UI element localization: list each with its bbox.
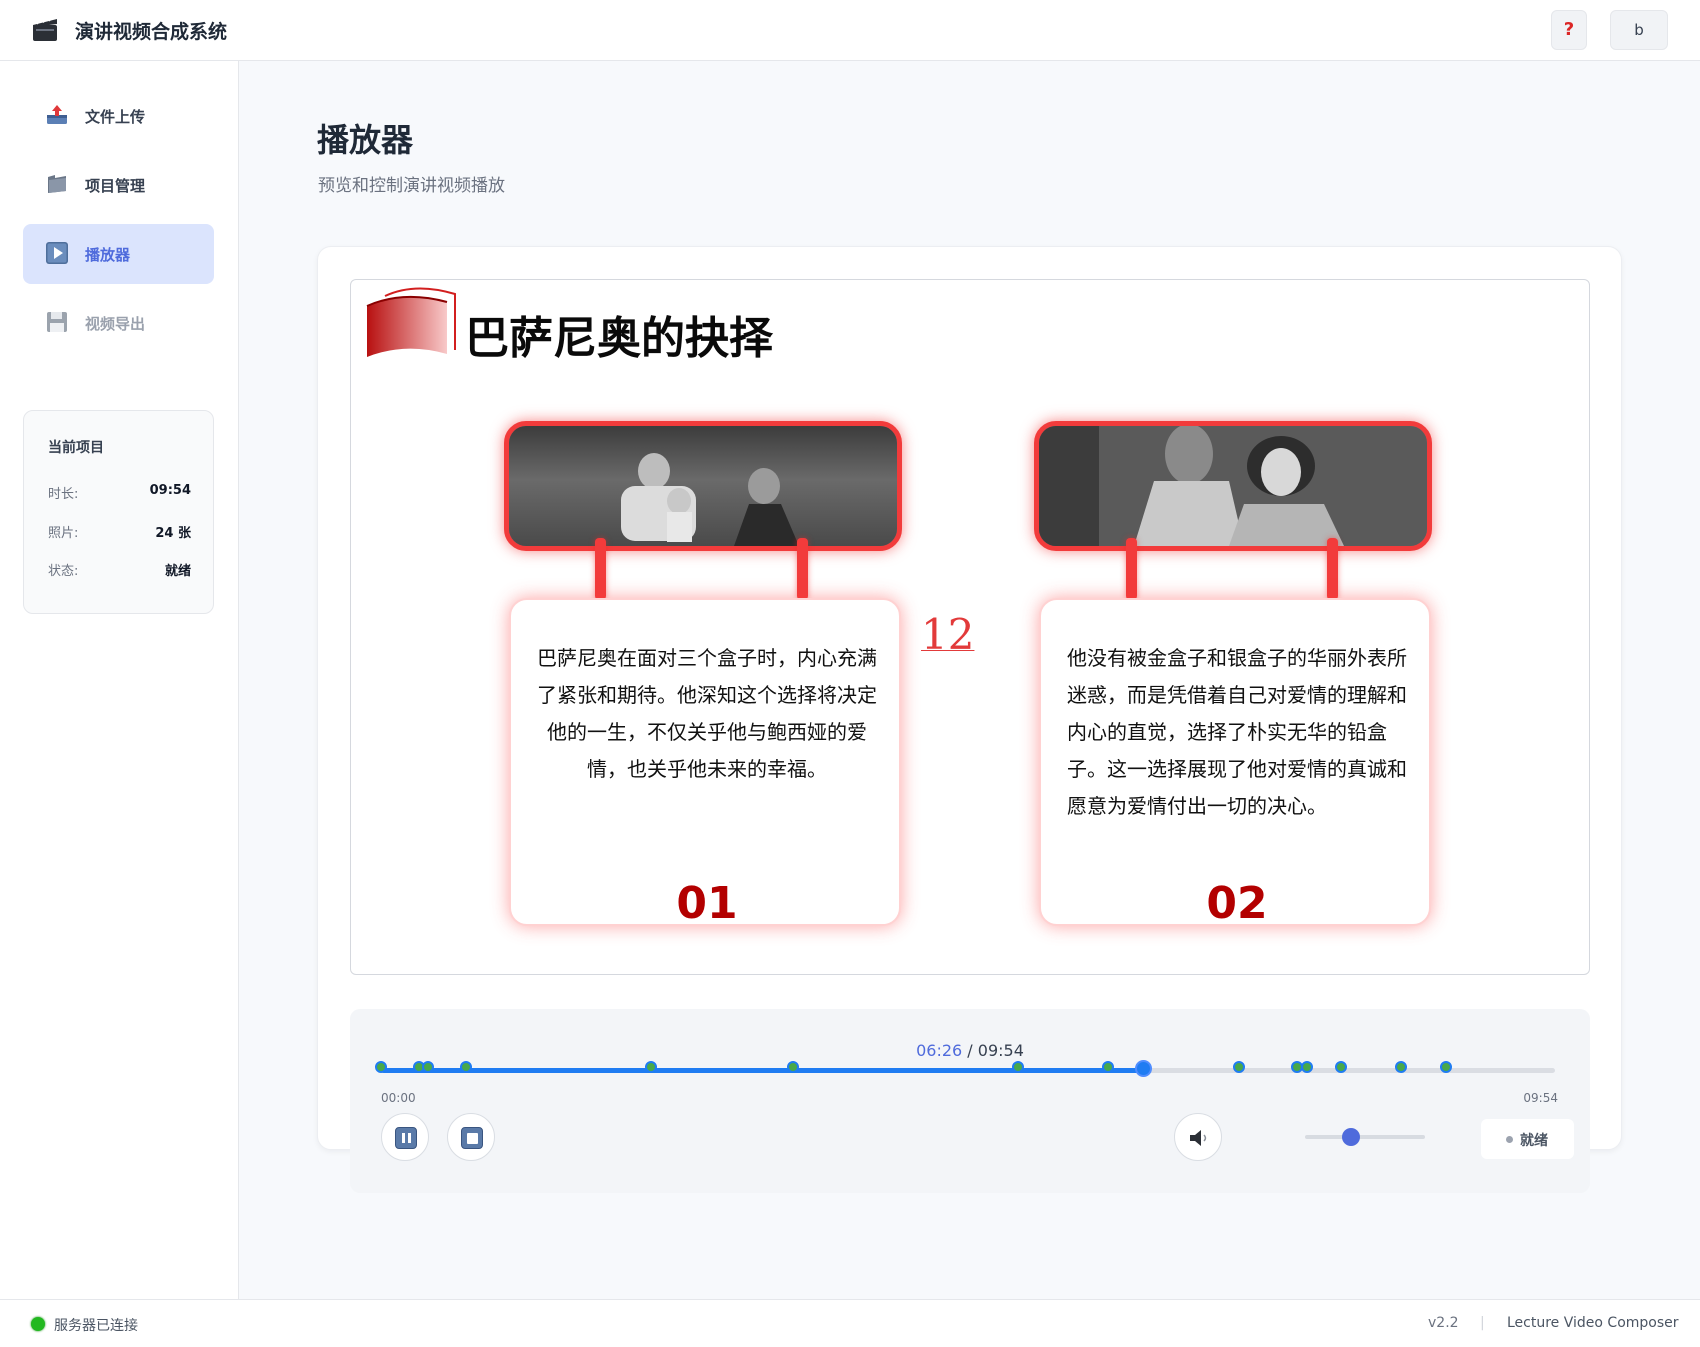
speaker-icon (1190, 1130, 1207, 1146)
slide-card-text: 他没有被金盒子和银盒子的华丽外表所迷惑，而是凭借着自己对爱情的理解和内心的直觉，… (1067, 646, 1407, 818)
top-bar: 演讲视频合成系统 ? b (0, 0, 1700, 61)
slide-marker[interactable] (1439, 1061, 1452, 1073)
volume-slider[interactable] (1305, 1135, 1425, 1139)
stop-button[interactable] (447, 1113, 495, 1161)
product-name: Lecture Video Composer (1507, 1315, 1679, 1331)
current-project-card: 当前项目 时长: 09:54 照片: 24 张 状态: 就绪 (23, 410, 214, 614)
folder-icon (48, 175, 66, 193)
slide-text-card: 巴萨尼奥在面对三个盒子时，内心充满了紧张和期待。他深知这个选择将决定他的一生，不… (509, 598, 901, 929)
stop-icon (461, 1127, 483, 1149)
play-icon (46, 242, 68, 264)
slide-marker[interactable] (421, 1061, 434, 1073)
slide-marker[interactable] (787, 1061, 800, 1073)
slide-pillar (1327, 538, 1338, 600)
volume-knob[interactable] (1341, 1128, 1360, 1146)
sidebar-item-label: 视频导出 (85, 315, 146, 333)
status-bar: 服务器已连接 v2.2 | Lecture Video Composer (0, 1299, 1700, 1347)
progress-end-label: 09:54 (1523, 1091, 1558, 1105)
slide-page-number: 12 (921, 610, 975, 659)
upload-tray-icon (47, 105, 67, 124)
project-duration-value: 09:54 (149, 483, 191, 498)
project-status-row: 状态: 就绪 (48, 560, 191, 579)
page-title: 播放器 (317, 121, 414, 159)
slide-marker[interactable] (459, 1061, 472, 1073)
slide-pillar (595, 538, 606, 600)
slide-card-number: 01 (676, 878, 738, 929)
total-time: 09:54 (977, 1041, 1024, 1060)
slide-photo-couple (1034, 421, 1432, 551)
project-duration-row: 时长: 09:54 (48, 483, 191, 502)
clapperboard-icon (33, 16, 57, 41)
progress-start-label: 00:00 (381, 1091, 416, 1105)
sidebar-item-label: 文件上传 (85, 108, 146, 126)
progress-fill (381, 1068, 1143, 1073)
video-preview[interactable]: 巴萨尼奥的抉择 巴萨尼奥在面对三个盒子时，内心充满了紧张和期待。他深知这个选择将… (350, 279, 1590, 975)
time-separator: / (967, 1041, 973, 1060)
progress-thumb[interactable] (1134, 1060, 1152, 1077)
slide-card-number: 02 (1206, 878, 1268, 929)
slide-card-text: 巴萨尼奥在面对三个盒子时，内心充满了紧张和期待。他深知这个选择将决定他的一生，不… (537, 646, 877, 781)
slide-pillar (1126, 538, 1137, 600)
project-photos-value: 24 张 (155, 526, 191, 541)
pause-icon (395, 1127, 417, 1149)
time-readout: 06:26 / 09:54 (350, 1041, 1590, 1060)
slide-marker[interactable] (375, 1061, 387, 1073)
book-icon (366, 287, 456, 357)
user-menu-button[interactable]: b (1610, 10, 1668, 50)
mute-button[interactable] (1174, 1113, 1222, 1161)
slide-photo-family (504, 421, 902, 551)
sidebar: 文件上传 项目管理 播放器 视频导出 当前项目 时长: 09:54 照片: 24… (0, 61, 239, 1299)
app-title: 演讲视频合成系统 (75, 21, 228, 43)
help-button[interactable]: ? (1551, 10, 1587, 50)
current-project-title: 当前项目 (48, 440, 104, 456)
slide-pillar (797, 538, 808, 600)
page-subtitle: 预览和控制演讲视频播放 (318, 176, 505, 196)
sidebar-item-label: 项目管理 (85, 177, 146, 195)
sidebar-item-projects[interactable]: 项目管理 (23, 155, 214, 215)
project-duration-label: 时长: (48, 487, 79, 502)
slide-title: 巴萨尼奥的抉择 (465, 313, 773, 364)
sidebar-item-label: 播放器 (85, 246, 131, 264)
status-separator: | (1480, 1315, 1485, 1331)
player-status-badge: 就绪 (1481, 1119, 1574, 1159)
sidebar-item-player[interactable]: 播放器 (23, 224, 214, 284)
progress-bar[interactable] (381, 1068, 1555, 1073)
playback-controls: 06:26 / 09:54 00:00 09:54 就绪 (350, 1009, 1590, 1193)
player-card: 巴萨尼奥的抉择 巴萨尼奥在面对三个盒子时，内心充满了紧张和期待。他深知这个选择将… (317, 246, 1622, 1193)
current-time: 06:26 (916, 1041, 963, 1060)
slide-marker[interactable] (645, 1061, 658, 1073)
floppy-disk-icon (47, 312, 67, 332)
sidebar-item-export[interactable]: 视频导出 (23, 293, 214, 353)
status-dot (1506, 1136, 1513, 1143)
connection-status-icon (31, 1317, 45, 1331)
app-version: v2.2 (1428, 1315, 1459, 1331)
project-photos-label: 照片: (48, 526, 79, 541)
connection-status-text: 服务器已连接 (54, 1318, 138, 1334)
project-status-value: 就绪 (164, 564, 191, 579)
slide-text-card: 他没有被金盒子和银盒子的华丽外表所迷惑，而是凭借着自己对爱情的理解和内心的直觉，… (1039, 598, 1431, 929)
project-photos-row: 照片: 24 张 (48, 522, 191, 541)
player-status-text: 就绪 (1520, 1133, 1548, 1149)
slide-marker[interactable] (1101, 1061, 1114, 1073)
sidebar-item-upload[interactable]: 文件上传 (23, 86, 214, 146)
project-status-label: 状态: (48, 564, 79, 579)
pause-button[interactable] (381, 1113, 429, 1161)
